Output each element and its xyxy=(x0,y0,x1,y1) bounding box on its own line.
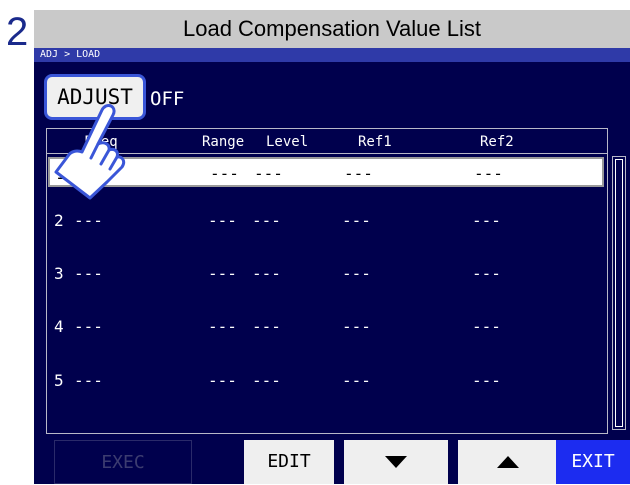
range-cell: --- xyxy=(210,164,239,183)
ref1-cell: --- xyxy=(344,164,373,183)
step-number: 2 xyxy=(6,10,29,54)
ref1-cell: --- xyxy=(342,317,371,336)
freq-cell: --- xyxy=(74,371,103,390)
table-row[interactable]: 4 --- --- --- --- --- xyxy=(48,312,604,342)
breadcrumb: ADJ > LOAD xyxy=(40,49,101,60)
range-cell: --- xyxy=(208,317,237,336)
up-arrow-icon xyxy=(497,456,519,468)
exec-button: EXEC xyxy=(54,440,192,484)
row-number: 2 xyxy=(54,211,64,230)
ref2-cell: --- xyxy=(472,264,501,283)
ref2-cell: --- xyxy=(472,211,501,230)
instrument-screen: Load Compensation Value List ADJ > LOAD … xyxy=(34,10,630,484)
freq-cell: --- xyxy=(74,264,103,283)
ref2-cell: --- xyxy=(474,164,503,183)
column-header-ref2: Ref2 xyxy=(480,134,514,150)
row-number: 5 xyxy=(54,371,64,390)
column-header-range: Range xyxy=(202,134,245,150)
level-cell: --- xyxy=(252,211,281,230)
table-row[interactable]: 5 --- --- --- --- --- xyxy=(48,366,604,396)
freq-cell: --- xyxy=(74,211,103,230)
column-header-level: Level xyxy=(266,134,309,150)
row-number: 4 xyxy=(54,317,64,336)
row-number: 3 xyxy=(54,264,64,283)
adjust-state: OFF xyxy=(150,88,185,110)
scroll-up-button[interactable] xyxy=(458,440,558,484)
scrollbar[interactable] xyxy=(612,156,626,430)
range-cell: --- xyxy=(208,371,237,390)
column-header-ref1: Ref1 xyxy=(358,134,392,150)
scroll-down-button[interactable] xyxy=(344,440,448,484)
down-arrow-icon xyxy=(385,456,407,468)
scrollbar-thumb[interactable] xyxy=(615,159,623,427)
pointing-hand-icon xyxy=(54,104,126,200)
level-cell: --- xyxy=(252,371,281,390)
table-row[interactable]: 3 --- --- --- --- --- xyxy=(48,259,604,289)
ref2-cell: --- xyxy=(472,317,501,336)
level-cell: --- xyxy=(254,164,283,183)
range-cell: --- xyxy=(208,211,237,230)
ref1-cell: --- xyxy=(342,371,371,390)
edit-button[interactable]: EDIT xyxy=(244,440,334,484)
ref1-cell: --- xyxy=(342,264,371,283)
range-cell: --- xyxy=(208,264,237,283)
page-title: Load Compensation Value List xyxy=(34,10,630,48)
breadcrumb-bar: ADJ > LOAD xyxy=(34,48,630,62)
freq-cell: --- xyxy=(74,317,103,336)
ref2-cell: --- xyxy=(472,371,501,390)
ref1-cell: --- xyxy=(342,211,371,230)
exit-button[interactable]: EXIT xyxy=(556,440,630,484)
level-cell: --- xyxy=(252,264,281,283)
table-row[interactable]: 2 --- --- --- --- --- xyxy=(48,206,604,236)
level-cell: --- xyxy=(252,317,281,336)
